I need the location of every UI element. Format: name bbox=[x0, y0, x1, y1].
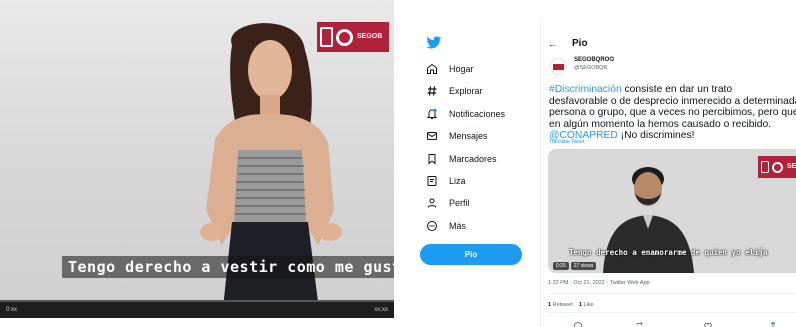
left-video-player[interactable]: SEGOB Tengo derecho a vestir como me gus… bbox=[0, 0, 394, 318]
back-arrow-icon[interactable]: ← bbox=[548, 39, 557, 49]
sidebar-item-lists[interactable]: Liza bbox=[425, 174, 466, 188]
retweet-label[interactable]: Retweet bbox=[553, 302, 573, 308]
twitter-bird-icon[interactable] bbox=[426, 36, 442, 50]
like-count[interactable]: 1 bbox=[579, 302, 582, 308]
like-icon[interactable] bbox=[703, 318, 713, 327]
retweet-icon[interactable] bbox=[635, 318, 645, 327]
seal-icon bbox=[320, 27, 333, 47]
video-caption: Tengo derecho a enamorarme de quien yo e… bbox=[569, 248, 768, 257]
sidebar-item-label: Explorar bbox=[449, 86, 483, 96]
hashtag-link[interactable]: #Discriminación bbox=[549, 84, 622, 95]
segob-logo-icon bbox=[553, 63, 564, 70]
tweet-line: en algún momento la hemos causado o reci… bbox=[549, 118, 772, 130]
sidebar-item-home[interactable]: Hogar bbox=[425, 62, 474, 76]
q-logo-icon bbox=[772, 161, 783, 173]
retweet-count[interactable]: 1 bbox=[548, 302, 551, 308]
more-icon bbox=[425, 219, 439, 233]
sidebar-nav: Hogar Explorar Notificaciones Mensajes M… bbox=[413, 18, 528, 327]
tweet-line: persona o grupo, que a veces no percibim… bbox=[549, 107, 796, 118]
segob-logo: SEGOB bbox=[758, 156, 796, 178]
embedded-video[interactable]: SEGOB Tengo derecho a enamorarme de quie… bbox=[548, 149, 796, 273]
tweet-stats: 1 Retweet 1 Like bbox=[548, 302, 594, 308]
sidebar-item-label: Hogar bbox=[449, 64, 474, 74]
hashtag-icon bbox=[425, 84, 439, 98]
sidebar-item-label: Perfil bbox=[449, 198, 470, 208]
sidebar-item-more[interactable]: Más bbox=[425, 219, 466, 233]
tweet-line: consiste en dar un trato bbox=[621, 84, 733, 95]
page-title: Pio bbox=[572, 38, 588, 49]
logo-text: SEGOB bbox=[787, 163, 796, 170]
segob-logo: SEGOB bbox=[317, 22, 389, 52]
like-label[interactable]: Like bbox=[584, 302, 594, 308]
video-meta: 0:25 27 views bbox=[553, 262, 597, 270]
tweet-text: #Discriminación consiste en dar un trato… bbox=[549, 84, 796, 142]
column-divider bbox=[540, 18, 541, 327]
tweet-line: ¡No discrimines! bbox=[617, 130, 695, 141]
sidebar-item-messages[interactable]: Mensajes bbox=[425, 129, 488, 143]
tweet-line: desfavorable o de desprecio inmerecido a… bbox=[549, 95, 796, 107]
play-time-label: 0:xx bbox=[6, 307, 18, 313]
bookmark-icon bbox=[425, 152, 439, 166]
bell-icon bbox=[425, 107, 439, 121]
account-name[interactable]: SEGOBQROO bbox=[574, 57, 614, 63]
sidebar-item-label: Notificaciones bbox=[449, 109, 506, 119]
avatar[interactable] bbox=[550, 58, 567, 75]
list-icon bbox=[425, 174, 439, 188]
person-icon bbox=[425, 196, 439, 210]
logo-text: SEGOB bbox=[357, 33, 383, 40]
sidebar-item-label: Mensajes bbox=[449, 131, 488, 141]
screenshot-root: SEGOB Tengo derecho a vestir como me gus… bbox=[0, 0, 796, 327]
tweet-actions bbox=[548, 318, 796, 327]
reply-icon[interactable] bbox=[573, 318, 583, 327]
tweet-detail: ← Pio SEGOBQROO @SEGOBQR #Discriminación… bbox=[548, 18, 796, 327]
tweet-button[interactable]: Pio bbox=[420, 244, 522, 265]
sidebar-item-label: Más bbox=[449, 221, 467, 231]
sidebar-item-label: Marcadores bbox=[449, 154, 497, 164]
seal-icon bbox=[761, 161, 769, 173]
sidebar-item-label: Liza bbox=[449, 176, 466, 186]
sidebar-item-bookmarks[interactable]: Marcadores bbox=[425, 152, 497, 166]
duration-label: xx:xx bbox=[374, 307, 388, 313]
sidebar-item-profile[interactable]: Perfil bbox=[425, 196, 470, 210]
video-caption: Tengo derecho a vestir como me gusta bbox=[62, 256, 394, 278]
divider bbox=[548, 312, 796, 313]
home-icon bbox=[425, 62, 439, 76]
account-handle[interactable]: @SEGOBQR bbox=[574, 65, 607, 71]
video-views: 27 views bbox=[570, 262, 597, 270]
q-logo-icon bbox=[336, 28, 353, 46]
divider bbox=[548, 293, 796, 294]
twitter-window: Hogar Explorar Notificaciones Mensajes M… bbox=[413, 18, 796, 327]
share-icon[interactable] bbox=[768, 318, 778, 327]
sidebar-item-explore[interactable]: Explorar bbox=[425, 84, 483, 98]
sidebar-item-notifications[interactable]: Notificaciones bbox=[425, 107, 505, 121]
tweet-timestamp[interactable]: 1:22 PM · Oct 21, 2022 · Twitter Web App bbox=[548, 280, 650, 286]
translate-tweet-link[interactable]: Translate Tweet bbox=[549, 139, 584, 145]
video-duration: 0:25 bbox=[553, 262, 569, 270]
player-controls[interactable]: 0:xx xx:xx bbox=[0, 302, 394, 318]
mail-icon bbox=[425, 129, 439, 143]
